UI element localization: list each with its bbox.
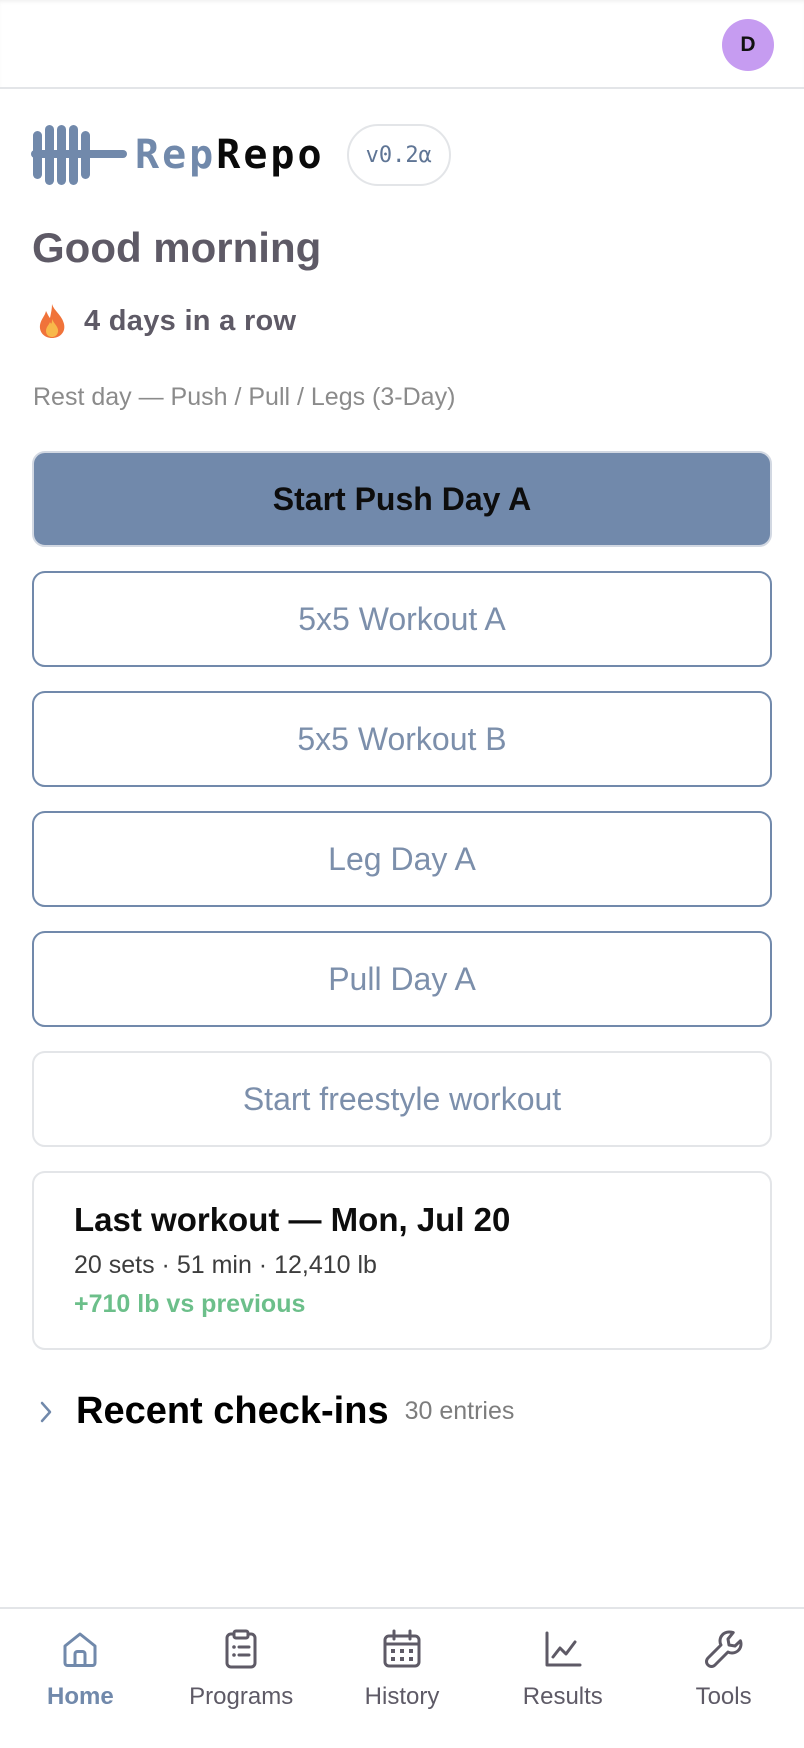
chevron-right-icon	[40, 1401, 52, 1422]
tab-history[interactable]: History	[322, 1609, 483, 1748]
bottom-tab-bar: Home Programs History Results Tools	[0, 1607, 804, 1748]
recent-check-ins-title: Recent check-ins	[76, 1390, 389, 1432]
chart-icon	[545, 1631, 582, 1667]
last-workout-card[interactable]: Last workout — Mon, Jul 20 20 sets · 51 …	[32, 1171, 772, 1350]
last-workout-delta: +710 lb vs previous	[74, 1290, 306, 1318]
greeting: Good morning	[32, 224, 322, 271]
workout-button-5x5-b[interactable]: 5x5 Workout B	[32, 691, 772, 787]
workout-button-leg-day-a[interactable]: Leg Day A	[32, 811, 772, 907]
recent-check-ins-toggle[interactable]: Recent check-ins 30 entries	[38, 1390, 514, 1433]
tab-tools-label: Tools	[695, 1683, 752, 1710]
rest-day-label: Rest day — Push / Pull / Legs (3-Day)	[33, 383, 456, 411]
tab-results[interactable]: Results	[482, 1609, 643, 1748]
top-bar: D	[0, 0, 804, 89]
app-name-repo: Repo	[216, 132, 325, 178]
workout-button-pull-day-a[interactable]: Pull Day A	[32, 931, 772, 1027]
app-name-rep: Rep	[135, 132, 217, 178]
avatar[interactable]: D	[722, 19, 774, 71]
last-workout-stats: 20 sets · 51 min · 12,410 lb	[74, 1251, 377, 1279]
barbell-logo-icon	[31, 125, 127, 185]
last-workout-title: Last workout — Mon, Jul 20	[74, 1201, 511, 1238]
calendar-icon	[383, 1629, 421, 1668]
brand: RepRepo v0.2α	[31, 124, 451, 186]
version-badge: v0.2α	[346, 124, 451, 186]
start-push-day-button[interactable]: Start Push Day A	[32, 451, 772, 547]
home-icon	[63, 1632, 97, 1667]
flame-icon	[39, 304, 65, 338]
streak-text: 4 days in a row	[84, 304, 297, 337]
streak: 4 days in a row	[36, 303, 296, 339]
tab-tools[interactable]: Tools	[643, 1609, 804, 1748]
tab-home-label: Home	[47, 1683, 114, 1710]
tab-programs[interactable]: Programs	[161, 1609, 322, 1748]
tab-history-label: History	[364, 1683, 440, 1710]
workout-button-5x5-a[interactable]: 5x5 Workout A	[32, 571, 772, 667]
wrench-icon	[704, 1630, 743, 1668]
clipboard-icon	[225, 1629, 257, 1669]
tab-results-label: Results	[522, 1683, 603, 1710]
app-name: RepRepo	[135, 132, 325, 178]
recent-check-ins-count: 30 entries	[404, 1397, 515, 1425]
freestyle-workout-button[interactable]: Start freestyle workout	[32, 1051, 772, 1147]
tab-home[interactable]: Home	[0, 1609, 161, 1748]
tab-programs-label: Programs	[189, 1683, 294, 1710]
